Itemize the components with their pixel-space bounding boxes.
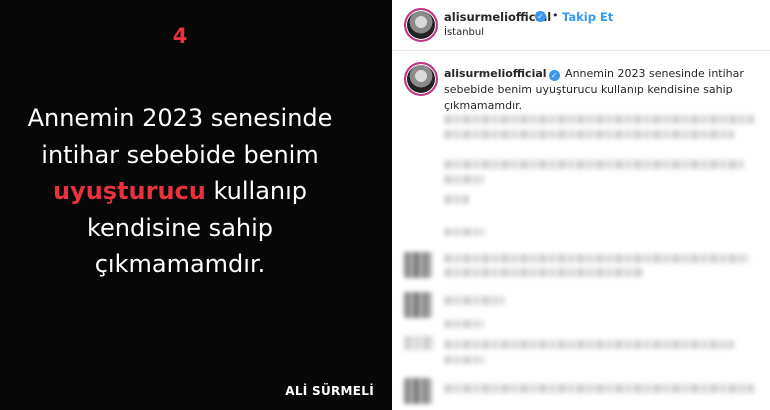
verified-badge-icon: ✓ [548, 70, 560, 81]
blurred-avatar [404, 378, 432, 404]
follow-button[interactable]: Takip Et [562, 10, 613, 24]
post-quote: Annemin 2023 senesinde intihar sebebide … [0, 100, 360, 283]
quote-line-1: Annemin 2023 senesinde [27, 104, 333, 132]
quote-highlight: uyuşturucu [52, 177, 206, 205]
caption-text: alisurmeliofficial ✓ Annemin 2023 senesin… [444, 66, 762, 114]
avatar[interactable] [404, 8, 438, 42]
caption-avatar[interactable] [404, 62, 438, 96]
blurred-avatar [404, 252, 432, 278]
blurred-comment-line [444, 115, 754, 124]
blurred-comment-line [444, 254, 749, 263]
post-side-panel: alisurmeliofficial ✓ • Takip Et İstanbul… [392, 0, 770, 410]
quote-line-4: kendisine sahip [86, 213, 274, 242]
blurred-comment-line [444, 384, 754, 393]
blurred-comment-line [404, 336, 434, 350]
caption-username[interactable]: alisurmeliofficial [444, 67, 547, 80]
verified-badge-icon: ✓ [535, 11, 546, 22]
location-link[interactable]: İstanbul [444, 27, 484, 38]
blurred-comment-line [444, 356, 484, 364]
blurred-comment-line [444, 268, 644, 277]
quote-line-3-rest: kullanıp [205, 177, 308, 205]
caption-row: alisurmeliofficial ✓ Annemin 2023 senesin… [392, 58, 770, 112]
blurred-comment-line [444, 340, 734, 349]
blurred-comment-line [444, 296, 504, 305]
post-header: alisurmeliofficial ✓ • Takip Et İstanbul [392, 0, 770, 51]
quote-line-5: çıkmamamdır. [94, 250, 266, 278]
post-image: 4 Annemin 2023 senesinde intihar sebebid… [0, 0, 392, 410]
separator-dot: • [552, 9, 559, 22]
blurred-comment-line [444, 160, 744, 169]
blurred-comment-line [444, 228, 484, 236]
blurred-comment-line [444, 175, 484, 184]
blurred-comment-line [444, 130, 734, 139]
blurred-avatar [404, 292, 432, 318]
blurred-comment-line [444, 195, 469, 204]
quote-line-3: uyuşturucu kullanıp [0, 173, 360, 210]
brand-watermark: ALİ SÜRMELİ [285, 384, 374, 398]
blurred-comment-line [444, 320, 484, 328]
slide-number: 4 [172, 24, 188, 48]
quote-line-2: intihar sebebide benim [41, 140, 319, 169]
